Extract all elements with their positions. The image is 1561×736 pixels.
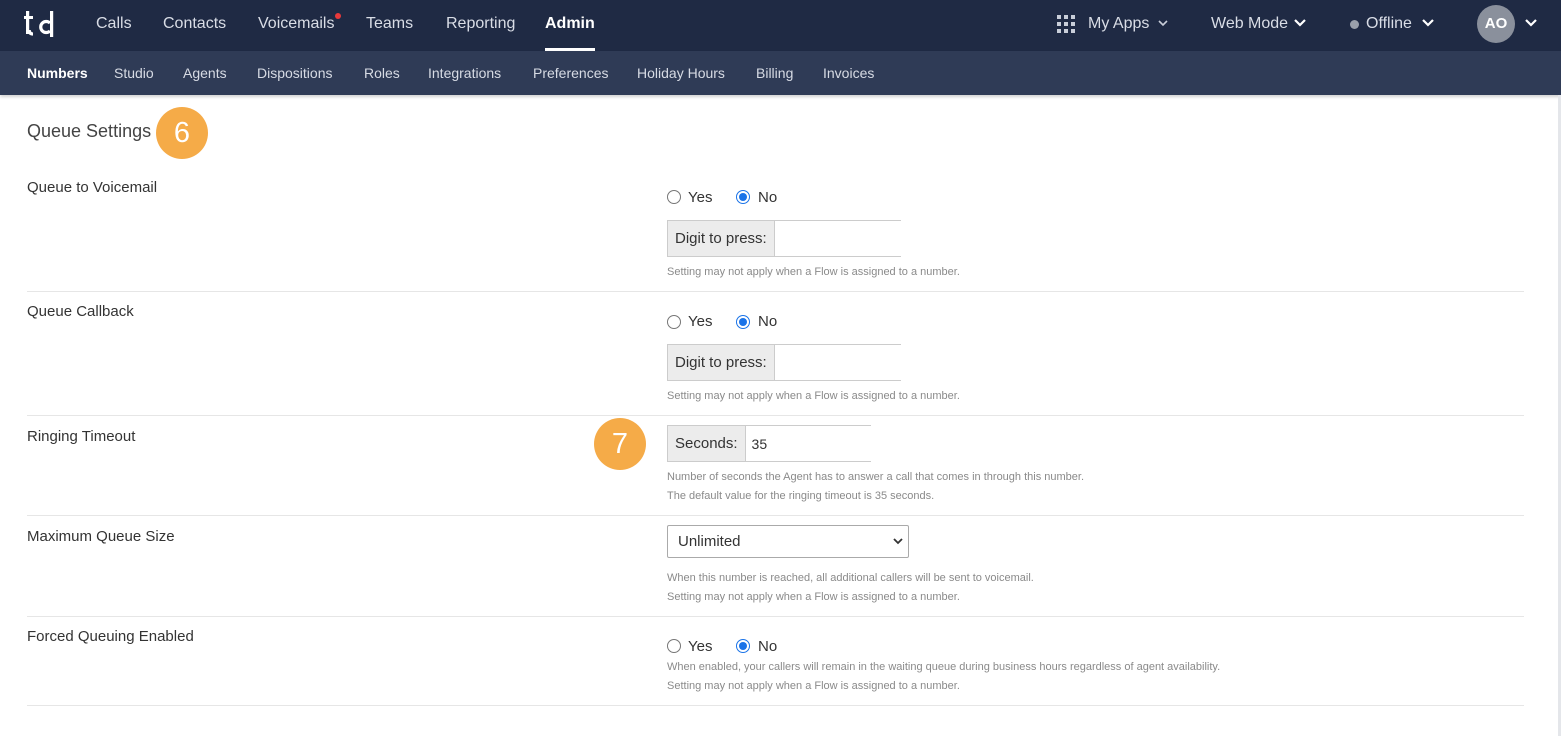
seconds-addon: Seconds:: [668, 426, 746, 461]
radio-label-no: No: [758, 313, 778, 330]
row-divider: [27, 415, 1524, 416]
help-text: When enabled, your callers will remain i…: [667, 661, 1221, 673]
nav-admin[interactable]: Admin: [545, 0, 595, 51]
subnav-preferences[interactable]: Preferences: [533, 51, 608, 95]
radio-label-yes: Yes: [688, 189, 713, 206]
row-divider: [27, 291, 1524, 292]
chevron-down-icon: [893, 538, 903, 545]
agent-status-menu[interactable]: Offline: [1366, 0, 1412, 51]
row-divider: [27, 705, 1524, 706]
subnav-dispositions[interactable]: Dispositions: [257, 51, 332, 95]
radio-label-no: No: [758, 638, 778, 655]
voicemail-digit-input[interactable]: [774, 221, 968, 256]
user-avatar[interactable]: AO: [1477, 5, 1515, 43]
status-indicator-icon: [1350, 20, 1359, 29]
help-text: The default value for the ringing timeou…: [667, 490, 935, 502]
step-marker: 7: [594, 418, 646, 470]
queue-to-voicemail-label: Queue to Voicemail: [27, 179, 158, 196]
row-divider: [27, 616, 1524, 617]
forced-queuing-no-radio[interactable]: [736, 639, 750, 653]
queue-to-voicemail-yes-radio[interactable]: [667, 190, 681, 204]
ringing-timeout-seconds-input[interactable]: [745, 426, 939, 461]
help-text: Setting may not apply when a Flow is ass…: [667, 591, 960, 603]
digit-to-press-addon: Digit to press:: [668, 221, 775, 256]
nav-voicemails[interactable]: Voicemails: [258, 0, 342, 51]
subnav-integrations[interactable]: Integrations: [428, 51, 501, 95]
nav-teams[interactable]: Teams: [366, 0, 413, 51]
subnav-numbers[interactable]: Numbers: [27, 51, 88, 95]
maximum-queue-size-label: Maximum Queue Size: [27, 528, 175, 545]
queue-callback-label: Queue Callback: [27, 303, 134, 320]
radio-label-no: No: [758, 189, 778, 206]
nav-contacts[interactable]: Contacts: [163, 0, 226, 51]
help-text: Number of seconds the Agent has to answe…: [667, 471, 1085, 483]
notification-dot: [335, 13, 342, 19]
forced-queuing-yes-radio[interactable]: [667, 639, 681, 653]
maximum-queue-size-select[interactable]: Unlimited: [667, 525, 909, 558]
chevron-down-icon[interactable]: [1294, 19, 1306, 27]
admin-sub-navigation: Numbers Studio Agents Dispositions Roles…: [0, 51, 1561, 95]
radio-label-yes: Yes: [688, 638, 713, 655]
step-marker: 6: [156, 107, 208, 159]
apps-grid-icon[interactable]: [1057, 15, 1075, 33]
web-mode-menu[interactable]: Web Mode: [1211, 0, 1288, 51]
select-value: Unlimited: [678, 533, 741, 550]
chevron-down-icon[interactable]: [1422, 19, 1434, 27]
queue-callback-yes-radio[interactable]: [667, 315, 681, 329]
help-text: When this number is reached, all additio…: [667, 572, 1034, 584]
row-divider: [27, 515, 1524, 516]
voicemail-digit-input-group: Digit to press:: [667, 220, 968, 257]
my-apps-menu[interactable]: My Apps: [1088, 0, 1149, 51]
ringing-timeout-input-group: Seconds:: [667, 425, 939, 462]
digit-to-press-addon: Digit to press:: [668, 345, 775, 380]
help-text: Setting may not apply when a Flow is ass…: [667, 680, 960, 692]
radio-label-yes: Yes: [688, 313, 713, 330]
subnav-billing[interactable]: Billing: [756, 51, 793, 95]
subnav-agents[interactable]: Agents: [183, 51, 227, 95]
top-navigation-bar: Calls Contacts Voicemails Teams Reportin…: [0, 0, 1561, 51]
callback-digit-input-group: Digit to press:: [667, 344, 968, 381]
queue-callback-no-radio[interactable]: [736, 315, 750, 329]
talkdesk-logo[interactable]: [24, 9, 56, 39]
nav-calls[interactable]: Calls: [96, 0, 132, 51]
nav-reporting[interactable]: Reporting: [446, 0, 515, 51]
chevron-down-icon[interactable]: [1525, 19, 1537, 27]
section-title: Queue Settings: [27, 121, 152, 141]
queue-to-voicemail-no-radio[interactable]: [736, 190, 750, 204]
callback-digit-input[interactable]: [774, 345, 968, 380]
subnav-roles[interactable]: Roles: [364, 51, 400, 95]
subnav-studio[interactable]: Studio: [114, 51, 154, 95]
help-text: Setting may not apply when a Flow is ass…: [667, 266, 960, 278]
chevron-down-icon[interactable]: [1158, 20, 1168, 27]
help-text: Setting may not apply when a Flow is ass…: [667, 390, 960, 402]
ringing-timeout-label: Ringing Timeout: [27, 428, 136, 445]
subnav-holiday-hours[interactable]: Holiday Hours: [637, 51, 725, 95]
forced-queuing-label: Forced Queuing Enabled: [27, 628, 194, 645]
subnav-invoices[interactable]: Invoices: [823, 51, 874, 95]
